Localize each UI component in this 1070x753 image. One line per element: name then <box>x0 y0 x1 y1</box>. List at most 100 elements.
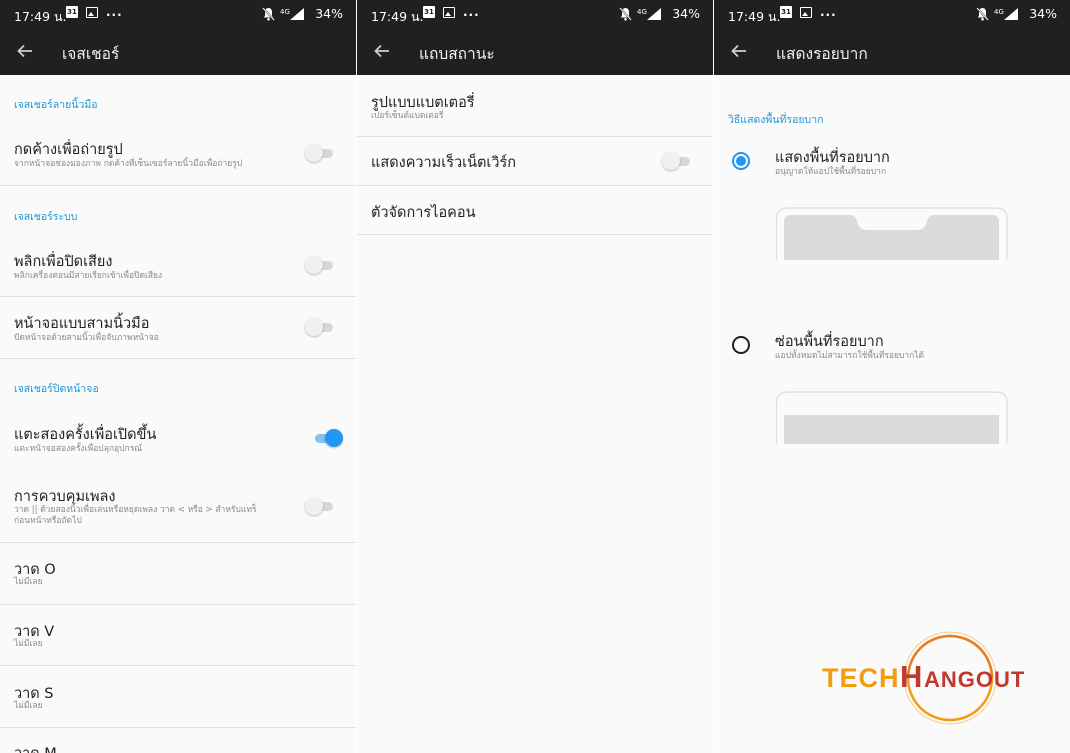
page-title: เจสเชอร์ <box>62 45 120 63</box>
option-show-notch[interactable]: แสดงพื้นที่รอยบาก อนุญาตให้แอปใช้พื้นที่… <box>714 140 1070 190</box>
status-time: 17:49 น. <box>728 9 781 24</box>
section-header-screen-off: เจสเชอร์ปิดหน้าจอ <box>14 383 99 395</box>
battery-level: 34% <box>1029 6 1057 21</box>
status-time: 17:49 น. <box>371 9 424 24</box>
radio-button-selected[interactable] <box>732 152 750 170</box>
divider <box>0 358 356 359</box>
notch-shown-illustration <box>776 207 1008 260</box>
app-bar: แถบสถานะ <box>357 28 713 75</box>
divider <box>357 234 713 235</box>
setting-title: พลิกเพื่อปิดเสียง <box>14 254 113 270</box>
image-icon <box>800 6 812 18</box>
divider <box>0 185 356 186</box>
calendar-icon: 31 <box>780 6 792 18</box>
network-type: 4G <box>637 8 647 16</box>
option-title: ซ่อนพื้นที่รอยบาก <box>775 334 884 350</box>
setting-title: วาด M <box>14 742 57 753</box>
setting-subtitle-line2: ก่อนหน้าหรือถัดไป <box>14 516 82 526</box>
divider <box>0 296 356 297</box>
app-bar: เจสเชอร์ <box>0 28 356 75</box>
setting-subtitle: แตะหน้าจอสองครั้งเพื่อปลุกอุปกรณ์ <box>14 444 143 454</box>
setting-subtitle: ไม่มีเลย <box>14 701 43 711</box>
setting-title: แตะสองครั้งเพื่อเปิดขึ้น <box>14 427 157 443</box>
more-notifications: ... <box>820 5 837 19</box>
gestures-screen: 17:49 น. 31 ... 4G 34% เจสเชอร์ เจสเชอร์… <box>0 0 356 753</box>
status-bar-settings-screen: 17:49 น. 31 ... 4G 34% แถบสถานะ รูปแบบแบ… <box>357 0 713 753</box>
toggle-switch[interactable] <box>305 255 333 275</box>
calendar-icon: 31 <box>423 6 435 18</box>
option-hide-notch[interactable]: ซ่อนพื้นที่รอยบาก แอปทั้งหมดไม่สามารถใช้… <box>714 324 1070 374</box>
setting-subtitle: เปอร์เซ็นต์แบตเตอรี่ <box>371 111 444 121</box>
toggle-switch[interactable] <box>305 317 333 337</box>
setting-icon-manager[interactable]: ตัวจัดการไอคอน <box>357 186 713 234</box>
svg-text:ANGOUT: ANGOUT <box>924 667 1025 692</box>
setting-network-speed[interactable]: แสดงความเร็วเน็ตเวิร์ก <box>357 137 713 185</box>
setting-subtitle: ไม่มีเลย <box>14 639 43 649</box>
option-subtitle: แอปทั้งหมดไม่สามารถใช้พื้นที่รอยบากได้ <box>775 351 925 361</box>
back-arrow-icon[interactable] <box>371 40 393 62</box>
page-title: แสดงรอยบาก <box>776 45 868 63</box>
section-header-system: เจสเชอร์ระบบ <box>14 211 78 223</box>
setting-battery-style[interactable]: รูปแบบแบตเตอรี่ เปอร์เซ็นต์แบตเตอรี่ <box>357 84 713 136</box>
setting-draw-o[interactable]: วาด O ไม่มีเลย <box>0 552 356 604</box>
divider <box>0 604 356 605</box>
option-subtitle: อนุญาตให้แอปใช้พื้นที่รอยบาก <box>775 167 887 177</box>
status-bar: 17:49 น. 31 ... 4G 34% <box>714 0 1070 28</box>
signal-icon: 4G <box>994 7 1019 20</box>
toggle-switch[interactable] <box>305 143 333 163</box>
logo-ring-icon: TECH H ANGOUT <box>822 631 1025 725</box>
svg-text:TECH: TECH <box>822 663 900 693</box>
status-time: 17:49 น. <box>14 9 67 24</box>
image-icon <box>443 6 455 18</box>
setting-title: หน้าจอแบบสามนิ้วมือ <box>14 316 150 332</box>
setting-draw-s[interactable]: วาด S ไม่มีเลย <box>0 676 356 728</box>
battery-level: 34% <box>315 6 343 21</box>
status-bar: 17:49 น. 31 ... 4G 34% <box>357 0 713 28</box>
setting-subtitle: จากหน้าจอช่องมองภาพ กดค้างที่เซ็นเซอร์ลา… <box>14 159 243 169</box>
bell-off-icon <box>976 6 989 21</box>
divider <box>0 727 356 728</box>
setting-draw-m[interactable]: วาด M <box>0 738 356 753</box>
setting-draw-v[interactable]: วาด V ไม่มีเลย <box>0 614 356 666</box>
setting-subtitle: พลิกเครื่องตอนมีสายเรียกเข้าเพื่อปิดเสีย… <box>14 271 163 281</box>
app-bar: แสดงรอยบาก <box>714 28 1070 75</box>
toggle-switch[interactable] <box>305 496 333 516</box>
signal-icon: 4G <box>280 7 305 20</box>
setting-double-tap-wake[interactable]: แตะสองครั้งเพื่อเปิดขึ้น แตะหน้าจอสองครั… <box>0 417 356 469</box>
setting-subtitle: ไม่มีเลย <box>14 577 43 587</box>
setting-flip-to-mute[interactable]: พลิกเพื่อปิดเสียง พลิกเครื่องตอนมีสายเรี… <box>0 244 356 296</box>
setting-subtitle: วาด || ด้วยสองนิ้วเพื่อเล่นหรือหยุดเพลง … <box>14 505 257 515</box>
techhangout-logo: TECH H ANGOUT <box>822 630 1052 726</box>
bell-off-icon <box>262 6 275 21</box>
bell-off-icon <box>619 6 632 21</box>
radio-button[interactable] <box>732 336 750 354</box>
signal-icon: 4G <box>637 7 662 20</box>
section-header-notch: วิธีแสดงพื้นที่รอยบาก <box>728 114 824 126</box>
network-type: 4G <box>280 8 290 16</box>
notch-hidden-illustration <box>776 391 1008 444</box>
page-title: แถบสถานะ <box>419 45 495 63</box>
back-arrow-icon[interactable] <box>14 40 36 62</box>
more-notifications: ... <box>106 5 123 19</box>
setting-three-finger-screenshot[interactable]: หน้าจอแบบสามนิ้วมือ ปัดหน้าจอด้วยสามนิ้ว… <box>0 306 356 358</box>
network-type: 4G <box>994 8 1004 16</box>
divider <box>0 542 356 543</box>
setting-long-press-photo[interactable]: กดค้างเพื่อถ่ายรูป จากหน้าจอช่องมองภาพ ก… <box>0 132 356 184</box>
setting-subtitle: ปัดหน้าจอด้วยสามนิ้วเพื่อจับภาพหน้าจอ <box>14 333 159 343</box>
divider <box>0 665 356 666</box>
battery-level: 34% <box>672 6 700 21</box>
status-bar: 17:49 น. 31 ... 4G 34% <box>0 0 356 28</box>
back-arrow-icon[interactable] <box>728 40 750 62</box>
toggle-switch[interactable] <box>662 151 690 171</box>
image-icon <box>86 6 98 18</box>
section-header-fingerprint: เจสเชอร์ลายนิ้วมือ <box>14 99 98 111</box>
option-title: แสดงพื้นที่รอยบาก <box>775 150 890 166</box>
setting-title: กดค้างเพื่อถ่ายรูป <box>14 142 123 158</box>
setting-music-control[interactable]: การควบคุมเพลง วาด || ด้วยสองนิ้วเพื่อเล่… <box>0 479 356 541</box>
setting-title: ตัวจัดการไอคอน <box>371 205 476 221</box>
setting-title: แสดงความเร็วเน็ตเวิร์ก <box>371 155 517 171</box>
toggle-switch[interactable] <box>315 428 343 448</box>
svg-text:H: H <box>900 659 922 694</box>
more-notifications: ... <box>463 5 480 19</box>
calendar-icon: 31 <box>66 6 78 18</box>
